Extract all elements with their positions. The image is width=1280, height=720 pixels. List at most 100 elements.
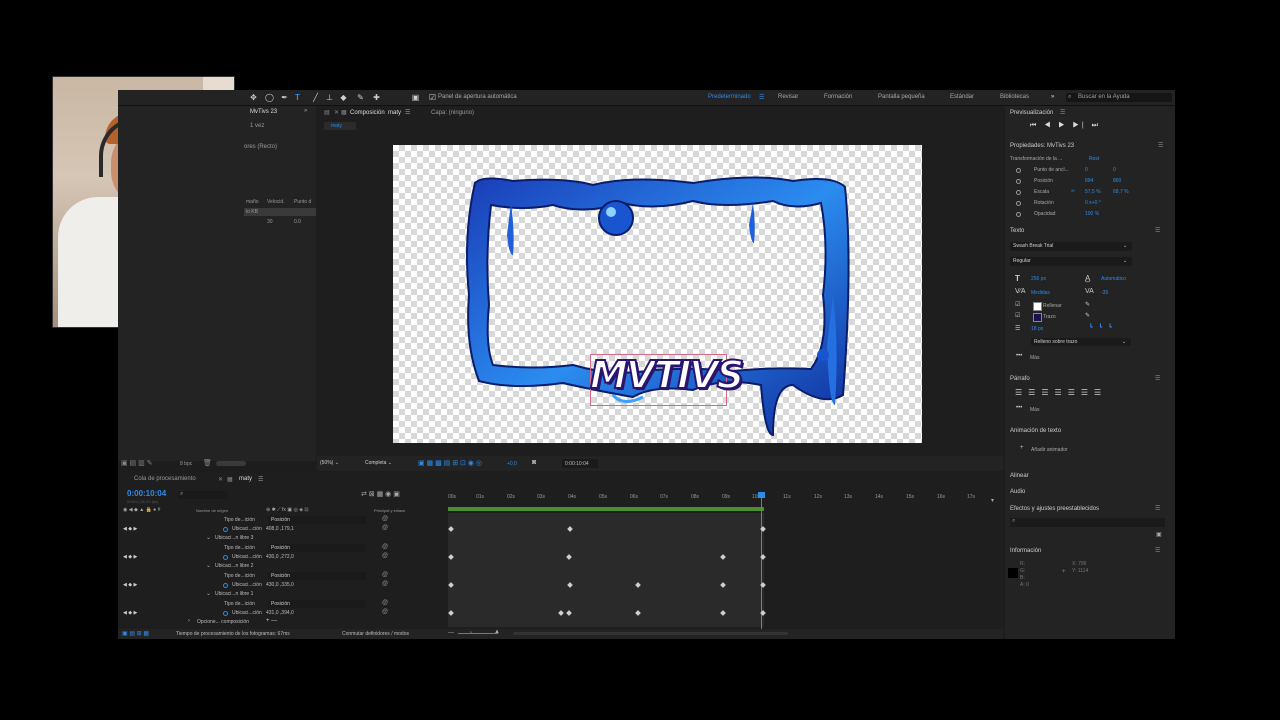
keyframe-nav-icons[interactable]: ◀ ◆ ▶ <box>123 610 137 616</box>
row-dropdown[interactable]: Posición <box>268 516 366 524</box>
timeline-hscrollbar[interactable] <box>513 632 788 635</box>
preview-menu-icon[interactable]: ☰ <box>1060 109 1065 116</box>
constrain-proportions-icon[interactable]: ∞ <box>1071 188 1075 194</box>
clone-stamp-icon[interactable]: ⊥ <box>325 93 334 102</box>
paragraph-more-label[interactable]: Más <box>1030 407 1039 413</box>
keyframe-nav-icons[interactable]: ◀ ◆ ▶ <box>123 554 137 560</box>
trash-icon[interactable]: 🗑 <box>203 459 212 467</box>
layer-switch-icons[interactable]: ◉ ◀ ◆ ▲ 🔒 ● # <box>123 507 160 513</box>
prop-value-1[interactable]: 0 <box>1085 167 1088 173</box>
expand-chevron-icon[interactable]: ⌄ <box>206 590 211 597</box>
project-bpc[interactable]: 8 bpc <box>180 461 192 467</box>
add-icon[interactable]: + — <box>266 618 277 624</box>
comp-subtab[interactable]: maty <box>324 122 356 130</box>
layer-row[interactable]: Tipo de...ición Posición @ <box>118 600 448 609</box>
work-area-bar[interactable] <box>448 507 764 511</box>
prop-value-1[interactable]: 100 % <box>1085 211 1099 217</box>
tracking-value[interactable]: -35 <box>1101 290 1108 296</box>
layer-row[interactable]: Tipo de...ición Posición @ <box>118 544 448 553</box>
timecode[interactable]: 0:00:10:04 <box>127 489 166 498</box>
overflow-chevron-icon[interactable]: » <box>1051 94 1054 100</box>
keyframe-nav-icons[interactable]: ◀ ◆ ▶ <box>123 582 137 588</box>
timeline-comp-tab[interactable]: maty <box>239 476 252 482</box>
layer-row[interactable]: ◀ ◆ ▶ Ubicaci...ción 430,0 ,335,0 @ <box>118 581 448 590</box>
timeline-tab-close-icon[interactable]: ✕ <box>218 476 223 483</box>
stroke-size-value[interactable]: 18 px <box>1031 326 1043 332</box>
row-value[interactable]: 431,0 ,394,0 <box>266 610 294 616</box>
brush-tool-icon[interactable]: ╱ <box>311 93 320 102</box>
toggle-switches-modes[interactable]: Conmutar definidores / modos <box>342 631 409 637</box>
stopwatch-icon[interactable] <box>223 527 228 532</box>
kerning-value[interactable]: Medidas <box>1031 290 1050 296</box>
zoom-in-icon[interactable]: ▲ <box>494 629 500 635</box>
comp-tab-close-icon[interactable]: ✕ <box>334 109 339 116</box>
layer-tab[interactable]: Capa: (ninguno) <box>431 110 474 116</box>
effects-search-input[interactable]: ⌕ <box>1010 518 1165 527</box>
stroke-checkbox[interactable]: ☑ <box>1015 312 1020 319</box>
timeline-search-input[interactable]: ⌕ <box>178 491 228 499</box>
stroke-mode-dropdown[interactable]: Relleno sobre trazo ⌄ <box>1031 338 1131 346</box>
comp-tab-label[interactable]: Composición <box>350 110 385 116</box>
transform-reset[interactable]: Rest <box>1089 156 1099 162</box>
add-icon[interactable]: + <box>1020 445 1024 451</box>
row-value[interactable]: 430,0 ,335,0 <box>266 582 294 588</box>
stopwatch-icon[interactable] <box>1016 212 1021 217</box>
paragraph-menu-icon[interactable]: ☰ <box>1155 375 1160 382</box>
timeline-tab-menu-icon[interactable]: ☰ <box>258 476 263 483</box>
prop-row[interactable]: Escala ∞ 57,5 % 68,7 % <box>1005 188 1175 198</box>
pick-whip-icon[interactable]: @ <box>382 525 388 531</box>
track-area[interactable] <box>448 513 764 627</box>
zoom-slider[interactable] <box>458 633 498 634</box>
stopwatch-icon[interactable] <box>1016 190 1021 195</box>
stopwatch-icon[interactable] <box>1016 168 1021 173</box>
timeline-scroll-icon[interactable]: ▾ <box>991 497 994 504</box>
pen-tool-icon[interactable]: ✒ <box>280 93 289 102</box>
eyedropper-icon[interactable]: ✎ <box>1085 312 1090 319</box>
stopwatch-icon[interactable] <box>1016 179 1021 184</box>
quality-dropdown[interactable]: Completa ⌄ <box>362 459 410 468</box>
comp-tab-menu-icon[interactable]: ☰ <box>405 109 410 116</box>
roto-brush-icon[interactable]: ✎ <box>356 93 365 102</box>
ellipse-tool-icon[interactable]: ◯ <box>265 93 274 102</box>
fill-color-swatch[interactable] <box>1033 302 1042 311</box>
fill-checkbox[interactable]: ☑ <box>1015 301 1020 308</box>
layer-row[interactable]: ◀ ◆ ▶ Ubicaci...ción 431,0 ,394,0 @ <box>118 609 448 618</box>
prop-value-1[interactable]: 894 <box>1085 178 1093 184</box>
pick-whip-icon[interactable]: @ <box>382 553 388 559</box>
hand-tool-icon[interactable]: ✥ <box>249 93 258 102</box>
pick-whip-icon[interactable]: @ <box>382 544 388 550</box>
stroke-color-swatch[interactable] <box>1033 313 1042 322</box>
pick-whip-icon[interactable]: @ <box>382 572 388 578</box>
text-more-label[interactable]: Más <box>1030 355 1039 361</box>
layer-row[interactable]: ◀ ◆ ▶ Ubicaci...ción 408,0 ,179,1 @ <box>118 525 448 534</box>
prop-row[interactable]: Punto de ancl... 0 0 <box>1005 166 1175 176</box>
line-join-icons[interactable]: ┗┗┗ <box>1089 324 1118 331</box>
more-dots-icon[interactable]: ••• <box>1016 405 1022 411</box>
preview-controls[interactable]: ⏮ ◀ ▶ ▶| ⏭ <box>1030 122 1101 130</box>
stopwatch-icon[interactable] <box>223 555 228 560</box>
prop-value-2[interactable]: 0 <box>1113 167 1116 173</box>
pick-whip-icon[interactable]: @ <box>382 516 388 522</box>
row-dropdown[interactable]: Posición <box>268 600 366 608</box>
row-dropdown[interactable]: Posición <box>268 544 366 552</box>
workspace-standard[interactable]: Estándar <box>950 94 974 100</box>
paragraph-align-icons[interactable]: ☰☰☰☰☰☰☰ <box>1015 388 1107 397</box>
stopwatch-icon[interactable] <box>1016 201 1021 206</box>
prop-row[interactable]: Opacidad 100 % <box>1005 210 1175 220</box>
eraser-tool-icon[interactable]: ◆ <box>339 93 348 102</box>
workspace-review[interactable]: Revisar <box>778 94 798 100</box>
pick-whip-icon[interactable]: @ <box>382 581 388 587</box>
expand-chevron-icon[interactable]: ⌄ <box>206 534 211 541</box>
prop-value-1[interactable]: 57,5 % <box>1085 189 1101 195</box>
new-folder-icon[interactable]: ▣ <box>1156 531 1162 538</box>
expand-chevron-icon[interactable]: ⌄ <box>206 562 211 569</box>
layer-row[interactable]: ◀ ◆ ▶ Ubicaci...ción 430,0 ,272,0 @ <box>118 553 448 562</box>
eyedropper-icon[interactable]: ✎ <box>1085 301 1090 308</box>
workspace-small-screen[interactable]: Pantalla pequeña <box>878 94 925 100</box>
row-value[interactable]: 430,0 ,272,0 <box>266 554 294 560</box>
font-style-dropdown[interactable]: Regular ⌄ <box>1010 257 1132 266</box>
playhead-handle[interactable] <box>758 492 765 498</box>
viewer-toggle-icons[interactable]: ▣ ▦ ▩ ▤ ⊞ ⊡ ◉ ◎ <box>418 459 482 467</box>
layer-row[interactable]: ⌄ Ubicaci...n libre 1 <box>118 590 448 599</box>
text-menu-icon[interactable]: ☰ <box>1155 227 1160 234</box>
